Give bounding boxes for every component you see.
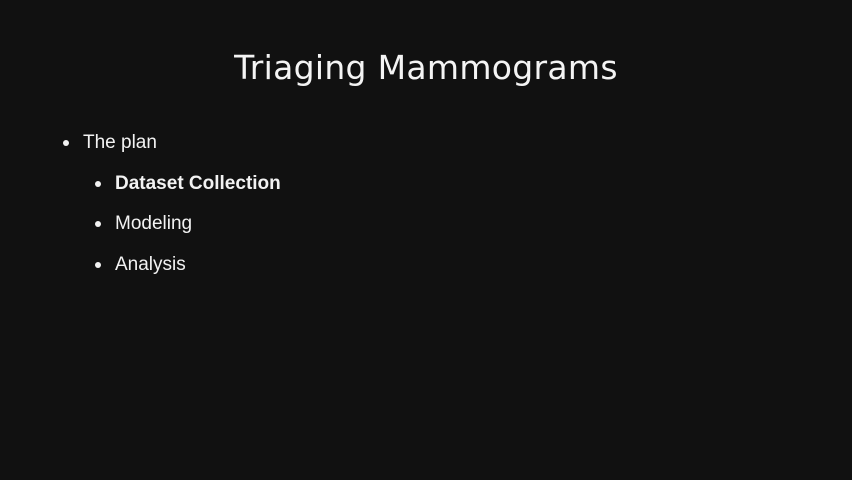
slide: Triaging Mammograms The plan Dataset Col… <box>0 0 852 480</box>
bullet-text: Analysis <box>115 254 186 275</box>
bullet-item-modeling: Modeling <box>95 213 192 235</box>
bullet-item-dataset-collection: Dataset Collection <box>95 173 281 195</box>
bullet-text: The plan <box>83 132 157 153</box>
bullet-text: Modeling <box>115 213 193 234</box>
bullet-item-analysis: Analysis <box>95 254 186 276</box>
bullet-dot-icon <box>95 221 101 227</box>
slide-title: Triaging Mammograms <box>234 48 618 87</box>
bullet-dot-icon <box>95 181 101 187</box>
bullet-dot-icon <box>95 262 101 268</box>
bullet-dot-icon <box>63 140 69 146</box>
bullet-text: Dataset Collection <box>115 173 281 194</box>
bullet-item-the-plan: The plan <box>63 132 157 154</box>
